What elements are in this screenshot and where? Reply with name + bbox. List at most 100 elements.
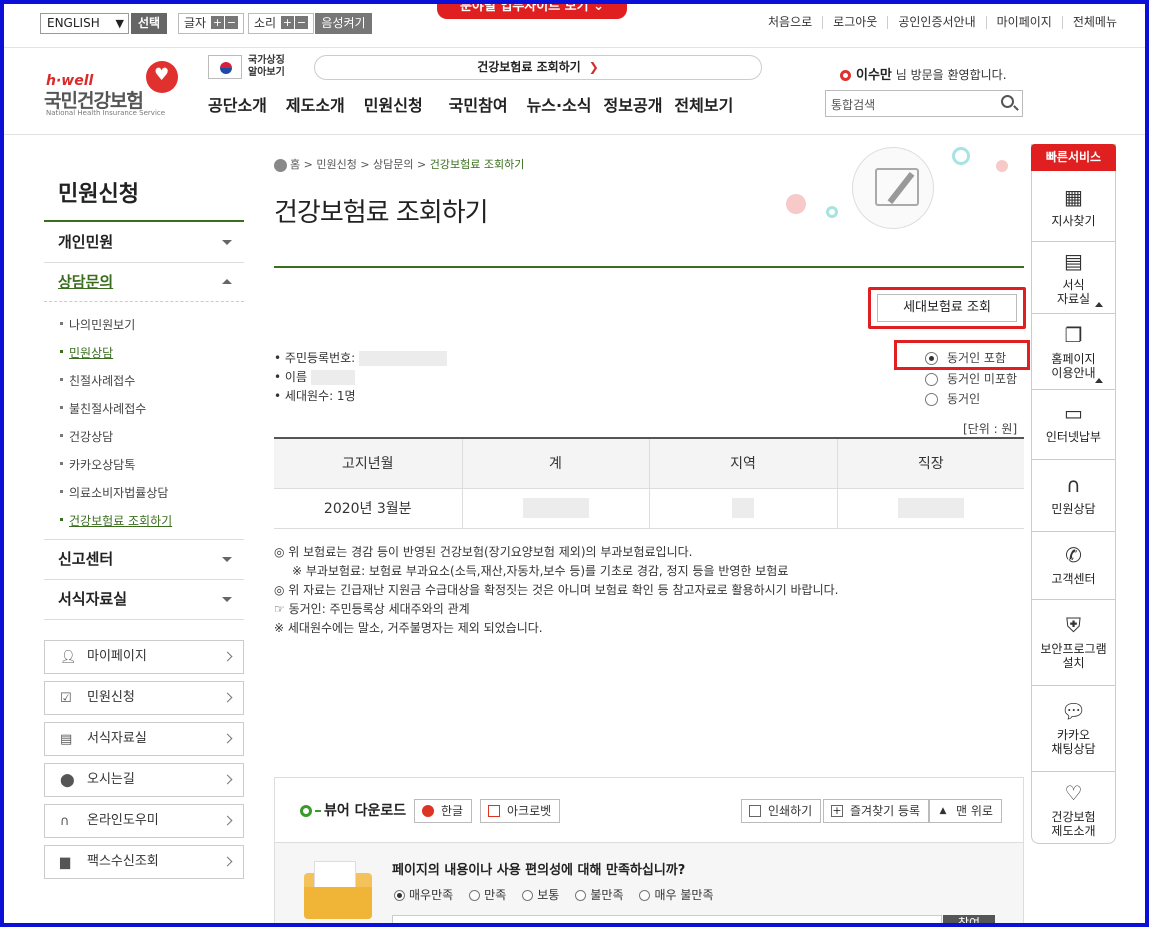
top-link-mypage[interactable]: 마이페이지 (985, 16, 1062, 29)
note-line: ☞ 동거인: 주민등록상 세대주와의 관계 (274, 602, 470, 616)
scroll-top-button[interactable]: ▲ 맨 위로 (929, 799, 1002, 823)
breadcrumb-consult[interactable]: 상담문의 (373, 158, 413, 171)
quick-label: 고객센터 (1051, 572, 1096, 586)
sub-item-unkind-case[interactable]: 불친절사례접수 (60, 400, 146, 417)
gnb-participation[interactable]: 국민참여 (449, 92, 508, 116)
gnb-info[interactable]: 정보공개 (604, 92, 663, 116)
quick-label: 민원상담 (1051, 502, 1096, 516)
quick-directions-button[interactable]: ⬤ 오시는길 (44, 763, 244, 797)
divider (44, 301, 244, 302)
field-site-button[interactable]: 분야별 업무사이트 보기 ⌄ (437, 0, 627, 19)
sub-item-kakao[interactable]: 카카오상담톡 (60, 456, 135, 473)
building-icon: ▦ (1064, 185, 1083, 209)
top-link-certificate[interactable]: 공인인증서안내 (887, 16, 985, 29)
lnb-title: 민원신청 (58, 182, 139, 207)
quick-customer-center[interactable]: ✆ 고객센터 (1032, 532, 1115, 600)
survey-option-neutral[interactable]: 보통 (522, 886, 559, 903)
breadcrumb-home[interactable]: 홈 (290, 158, 300, 171)
heart-pulse-icon: ♡ (1064, 781, 1083, 805)
sub-item-my-civil[interactable]: 나의민원보기 (60, 316, 135, 333)
quick-civil-button[interactable]: ☑ 민원신청 (44, 681, 244, 715)
sub-item-legal[interactable]: 의료소비자법률상담 (60, 484, 168, 501)
language-select-button[interactable]: 선택 (131, 13, 167, 34)
header-divider (4, 134, 1145, 135)
quick-helper-button[interactable]: ∩ 온라인도우미 (44, 804, 244, 838)
household-premium-button[interactable]: 세대보험료 조회 (868, 287, 1026, 329)
breadcrumb-current: 건강보험료 조회하기 (429, 158, 525, 171)
note-line: ◎ 위 자료는 긴급재난 지원금 수급대상을 확정짓는 것은 아니며 보험료 확… (274, 583, 839, 597)
quick-system-intro[interactable]: ♡ 건강보험 제도소개 (1032, 772, 1115, 842)
sound-plus-button[interactable]: + (280, 16, 294, 29)
font-plus-button[interactable]: + (210, 16, 224, 29)
sub-item-kind-case[interactable]: 친절사례접수 (60, 372, 135, 389)
lnb-item-consult[interactable]: 상담문의 (44, 262, 244, 302)
decor-circle (952, 147, 970, 165)
gnb-system[interactable]: 제도소개 (286, 92, 345, 116)
gnb-about[interactable]: 공단소개 (208, 92, 267, 116)
survey-option-unsatisfied[interactable]: 불만족 (575, 886, 623, 903)
quick-label: 지사찾기 (1051, 214, 1096, 228)
sub-item-health-consult[interactable]: 건강상담 (60, 428, 113, 445)
chevron-down-icon (222, 597, 232, 602)
talk-bubble-icon: 💬︎ (1060, 699, 1087, 723)
radio-icon (925, 393, 938, 406)
font-minus-button[interactable]: − (224, 16, 238, 29)
lnb-item-label: 서식자료실 (58, 590, 128, 608)
sound-minus-button[interactable]: − (294, 16, 308, 29)
voice-toggle-button[interactable]: 음성켜기 (315, 13, 372, 34)
quick-security-install[interactable]: ⛨ 보안프로그램 설치 (1032, 600, 1115, 686)
favorite-button[interactable]: + 즐겨찾기 등록 (823, 799, 930, 823)
survey-submit-button[interactable]: 참여 (943, 915, 995, 927)
survey-option-very-unsatisfied[interactable]: 매우 불만족 (639, 886, 714, 903)
quick-branch-finder[interactable]: ▦ 지사찾기 (1032, 172, 1115, 242)
gnb-all[interactable]: 전체보기 (674, 92, 733, 116)
total-search-input[interactable]: 통합검색 (825, 90, 1023, 117)
field-site-label: 분야별 업무사이트 보기 (459, 0, 589, 14)
lnb-item-forms[interactable]: 서식자료실 (44, 579, 244, 619)
quick-forms-button[interactable]: ▤ 서식자료실 (44, 722, 244, 756)
survey-option-satisfied[interactable]: 만족 (469, 886, 506, 903)
quick-kakao-chat[interactable]: 💬︎ 카카오 채팅상담 (1032, 686, 1115, 772)
radio-label: 매우 불만족 (654, 888, 714, 902)
gnb-civil[interactable]: 민원신청 (364, 92, 423, 116)
home-icon[interactable] (274, 158, 287, 172)
promo-search-link[interactable]: 건강보험료 조회하기 ❯ (314, 55, 762, 80)
national-symbol-link[interactable]: 국가상징 알아보기 (248, 55, 285, 79)
sub-item-civil-consult[interactable]: 민원상담 (60, 344, 113, 361)
radio-cohabitant[interactable]: 동거인 (925, 390, 980, 407)
breadcrumb-civil[interactable]: 민원신청 (316, 158, 356, 171)
language-select[interactable]: ENGLISH ▼ (40, 13, 129, 34)
print-button[interactable]: 인쇄하기 (741, 799, 822, 823)
quick-civil-consult[interactable]: ∩ 민원상담 (1032, 460, 1115, 532)
quick-forms[interactable]: ▤ 서식 자료실 (1032, 242, 1115, 314)
unit-label: [단위 : 원] (963, 422, 1018, 436)
search-icon[interactable] (1001, 95, 1014, 108)
document-search-icon: ▤ (1064, 249, 1083, 273)
button-label: 맨 위로 (956, 804, 993, 818)
survey-comment-input[interactable] (392, 915, 942, 927)
gnb-news[interactable]: 뉴스·소식 (527, 92, 592, 116)
acrobat-viewer-button[interactable]: 아크로벳 (480, 799, 561, 823)
top-link-home[interactable]: 처음으로 (758, 16, 822, 29)
lnb-item-report[interactable]: 신고센터 (44, 539, 244, 579)
column-header-total: 계 (461, 437, 649, 489)
viewer-download: 뷰어 다운로드 (300, 800, 406, 820)
sound-label: 소리 (254, 16, 277, 30)
top-link-logout[interactable]: 로그아웃 (822, 16, 887, 29)
top-link-sitemap[interactable]: 전체메뉴 (1061, 16, 1127, 29)
radio-icon (575, 890, 587, 901)
lnb-item-label: 상담문의 (58, 273, 114, 291)
survey-option-very-satisfied[interactable]: 매우만족 (394, 886, 453, 903)
national-flag-icon[interactable] (208, 55, 242, 79)
quick-site-guide[interactable]: ❐ 홈페이지 이용안내 (1032, 314, 1115, 390)
sub-item-premium-lookup[interactable]: 건강보험료 조회하기 (60, 512, 172, 529)
hangul-viewer-button[interactable]: 한글 (414, 799, 473, 823)
quick-fax-button[interactable]: ▆ 팩스수신조회 (44, 845, 244, 879)
quick-mypage-button[interactable]: 👤︎ 마이페이지 (44, 640, 244, 674)
lnb-item-personal[interactable]: 개인민원 (44, 222, 244, 262)
radio-exclude-cohabitant[interactable]: 동거인 미포함 (925, 370, 1017, 387)
quick-internet-payment[interactable]: ▭ 인터넷납부 (1032, 390, 1115, 460)
hwp-icon (422, 805, 434, 817)
quick-menu-title: 빠른서비스 (1031, 144, 1116, 171)
welcome-message: 이수만 님 방문을 환영합니다. (840, 64, 1007, 83)
